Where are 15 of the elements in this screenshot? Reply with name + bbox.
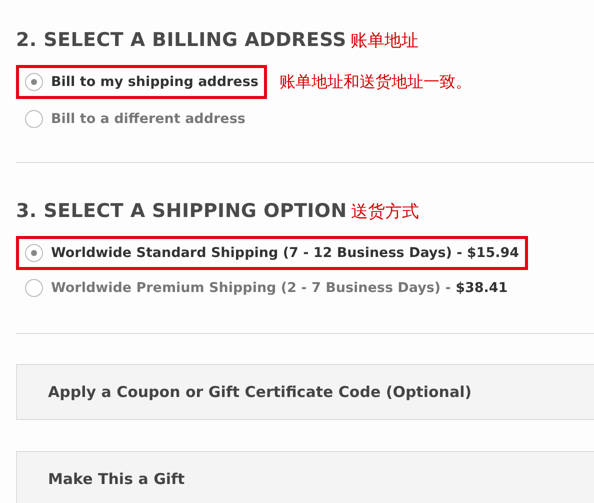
radio-button[interactable] — [25, 244, 43, 262]
section-heading: 2. SELECT A BILLING ADDRESS — [16, 28, 346, 53]
annotation-note: 送货方式 — [350, 201, 419, 224]
annotation-note: 账单地址和送货地址一致。 — [279, 70, 472, 93]
collapsible-panel[interactable]: Apply a Coupon or Gift Certificate Code (Optional) — [16, 364, 594, 420]
radio-option[interactable]: Bill to my shipping address — [16, 64, 268, 99]
section-heading: 3. SELECT A SHIPPING OPTION — [16, 199, 347, 224]
radio-option[interactable]: Worldwide Standard Shipping (7 - 12 Business Days) - $15.94 — [16, 236, 528, 270]
collapsible-panel[interactable]: Make This a Gift — [16, 451, 594, 503]
radio-button[interactable] — [25, 72, 43, 91]
annotation-note: 账单地址 — [350, 30, 418, 53]
radio-option[interactable]: Worldwide Premium Shipping (2 - 7 Business Days) - $38.41 — [16, 270, 517, 305]
radio-button[interactable] — [25, 110, 43, 128]
radio-button[interactable] — [25, 278, 43, 297]
radio-option[interactable]: Bill to a different address — [16, 102, 254, 136]
